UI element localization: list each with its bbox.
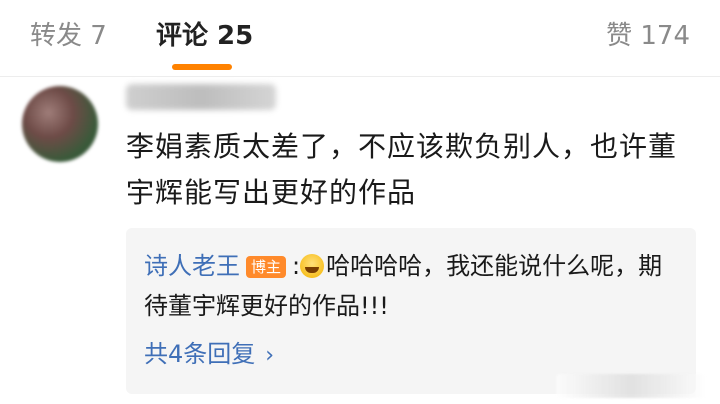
reply-box[interactable]: 诗人老王 博主: 哈哈哈哈，我还能说什么呢，期待董宇辉更好的作品!!! 共4条回复 › xyxy=(126,228,696,394)
reply-separator: : xyxy=(292,252,301,280)
comment-tabs: 转发 7 评论 25 赞 174 xyxy=(0,0,720,77)
tab-comments[interactable]: 评论 25 xyxy=(156,18,253,54)
comment-text: 李娟素质太差了，不应该欺负别人，也许董宇辉能写出更好的作品 xyxy=(126,130,678,209)
reply-line: 诗人老王 博主: 哈哈哈哈，我还能说什么呢，期待董宇辉更好的作品!!! xyxy=(144,246,684,326)
active-tab-indicator xyxy=(172,64,232,70)
reply-author[interactable]: 诗人老王 xyxy=(144,252,240,280)
watermark xyxy=(556,374,706,398)
avatar[interactable] xyxy=(22,86,98,162)
tab-repost[interactable]: 转发 7 xyxy=(30,18,107,54)
laughing-crying-emoji-icon xyxy=(300,254,325,278)
author-badge: 博主 xyxy=(246,256,287,278)
chevron-right-icon: › xyxy=(265,343,275,368)
tab-likes[interactable]: 赞 174 xyxy=(606,18,690,54)
more-replies-link[interactable]: 共4条回复 › xyxy=(144,334,274,376)
more-replies-label: 共4条回复 xyxy=(144,340,256,368)
username-redacted xyxy=(126,84,276,110)
